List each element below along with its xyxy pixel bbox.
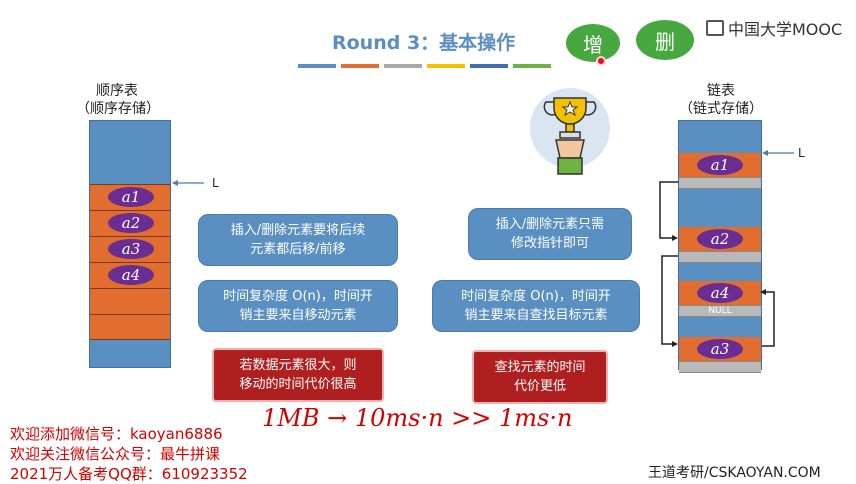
linked-label: 链表 （链式存储） (678, 82, 764, 118)
link-pointer-label: L (798, 146, 805, 160)
sequential-label-title: 顺序表 (96, 83, 138, 99)
strip-segment (341, 64, 379, 68)
seq-element-oval: a1 (108, 187, 154, 207)
linked-label-sub: （链式存储） (679, 101, 763, 117)
mooc-logo-icon (706, 20, 724, 36)
callout-text: 插入/删除元素只需 (495, 217, 605, 232)
callout-text: 销主要来自移动元素 (239, 308, 357, 323)
link-arrow-a1-a2 (659, 181, 678, 239)
link-arrows (659, 181, 775, 347)
link-pointer-arrow (762, 150, 794, 156)
seq-warning-box: 若数据元素很大，则 移动的时间代价很高 (212, 348, 384, 402)
callout-text: 时间复杂度 O(n)，时间开 (461, 289, 611, 304)
sequential-table: a1 a2 a3 a4 (89, 120, 171, 368)
callout-text: 销主要来自查找目标元素 (464, 308, 608, 323)
seq-time-callout: 时间复杂度 O(n)，时间开 销主要来自移动元素 (198, 280, 398, 332)
footer-public-account: 欢迎关注微信公众号：最牛拼课 (10, 445, 221, 463)
callout-text: 时间复杂度 O(n)，时间开 (223, 289, 373, 304)
handwritten-note: 1MB → 10ms·n >> 1ms·n (262, 404, 573, 432)
footer-wechat: 欢迎添加微信号：kaoyan6886 (10, 425, 223, 443)
footer-qq-group: 2021万人备考QQ群：610923352 (10, 465, 248, 483)
seq-element-oval: a4 (108, 265, 154, 285)
link-insert-callout: 插入/删除元素只需 修改指针即可 (468, 208, 632, 260)
link-arrow-a2-a3 (661, 255, 678, 345)
advantage-text: 查找元素的时间 (494, 360, 586, 375)
link-arrow-head (672, 341, 678, 347)
color-strip (298, 64, 551, 68)
warning-text: 若数据元素很大，则 (239, 358, 357, 373)
pointer-dot (596, 56, 606, 66)
strip-segment (513, 64, 551, 68)
trophy-icon (530, 88, 610, 175)
link-arrow-head (760, 289, 766, 295)
seq-element-oval: a3 (108, 239, 154, 259)
link-arrow-a3-a4 (762, 291, 775, 347)
strip-segment (470, 64, 508, 68)
callout-text: 插入/删除元素要将后续 (230, 223, 366, 238)
mooc-logo: 中国大学MOOC (706, 16, 842, 40)
strip-segment (298, 64, 336, 68)
seq-element-oval: a2 (108, 213, 154, 233)
watermark: 王道考研/CSKAOYAN.COM (648, 465, 821, 481)
seq-pointer-arrow (172, 180, 204, 186)
strip-segment (427, 64, 465, 68)
sequential-label-sub: （顺序存储） (76, 101, 160, 117)
sequential-label: 顺序表 （顺序存储） (76, 82, 160, 118)
callout-text: 元素都后移/前移 (250, 242, 346, 257)
seq-pointer-label: L (212, 176, 219, 190)
slide-title: Round 3：基本操作 (332, 32, 516, 54)
seq-insert-callout: 插入/删除元素要将后续 元素都后移/前移 (198, 214, 398, 266)
add-bubble: 增 (566, 24, 620, 62)
strip-segment (384, 64, 422, 68)
warning-text: 移动的时间代价很高 (239, 377, 357, 392)
seq-cell (90, 288, 170, 314)
seq-cell (90, 314, 170, 340)
delete-bubble: 删 (636, 20, 694, 60)
link-time-callout: 时间复杂度 O(n)，时间开 销主要来自查找目标元素 (432, 280, 640, 332)
link-arrow-head (672, 235, 678, 241)
linked-label-title: 链表 (707, 83, 735, 99)
link-advantage-box: 查找元素的时间 代价更低 (472, 350, 608, 404)
callout-text: 修改指针即可 (510, 236, 589, 251)
advantage-text: 代价更低 (513, 379, 566, 394)
mooc-logo-text: 中国大学MOOC (728, 20, 843, 39)
